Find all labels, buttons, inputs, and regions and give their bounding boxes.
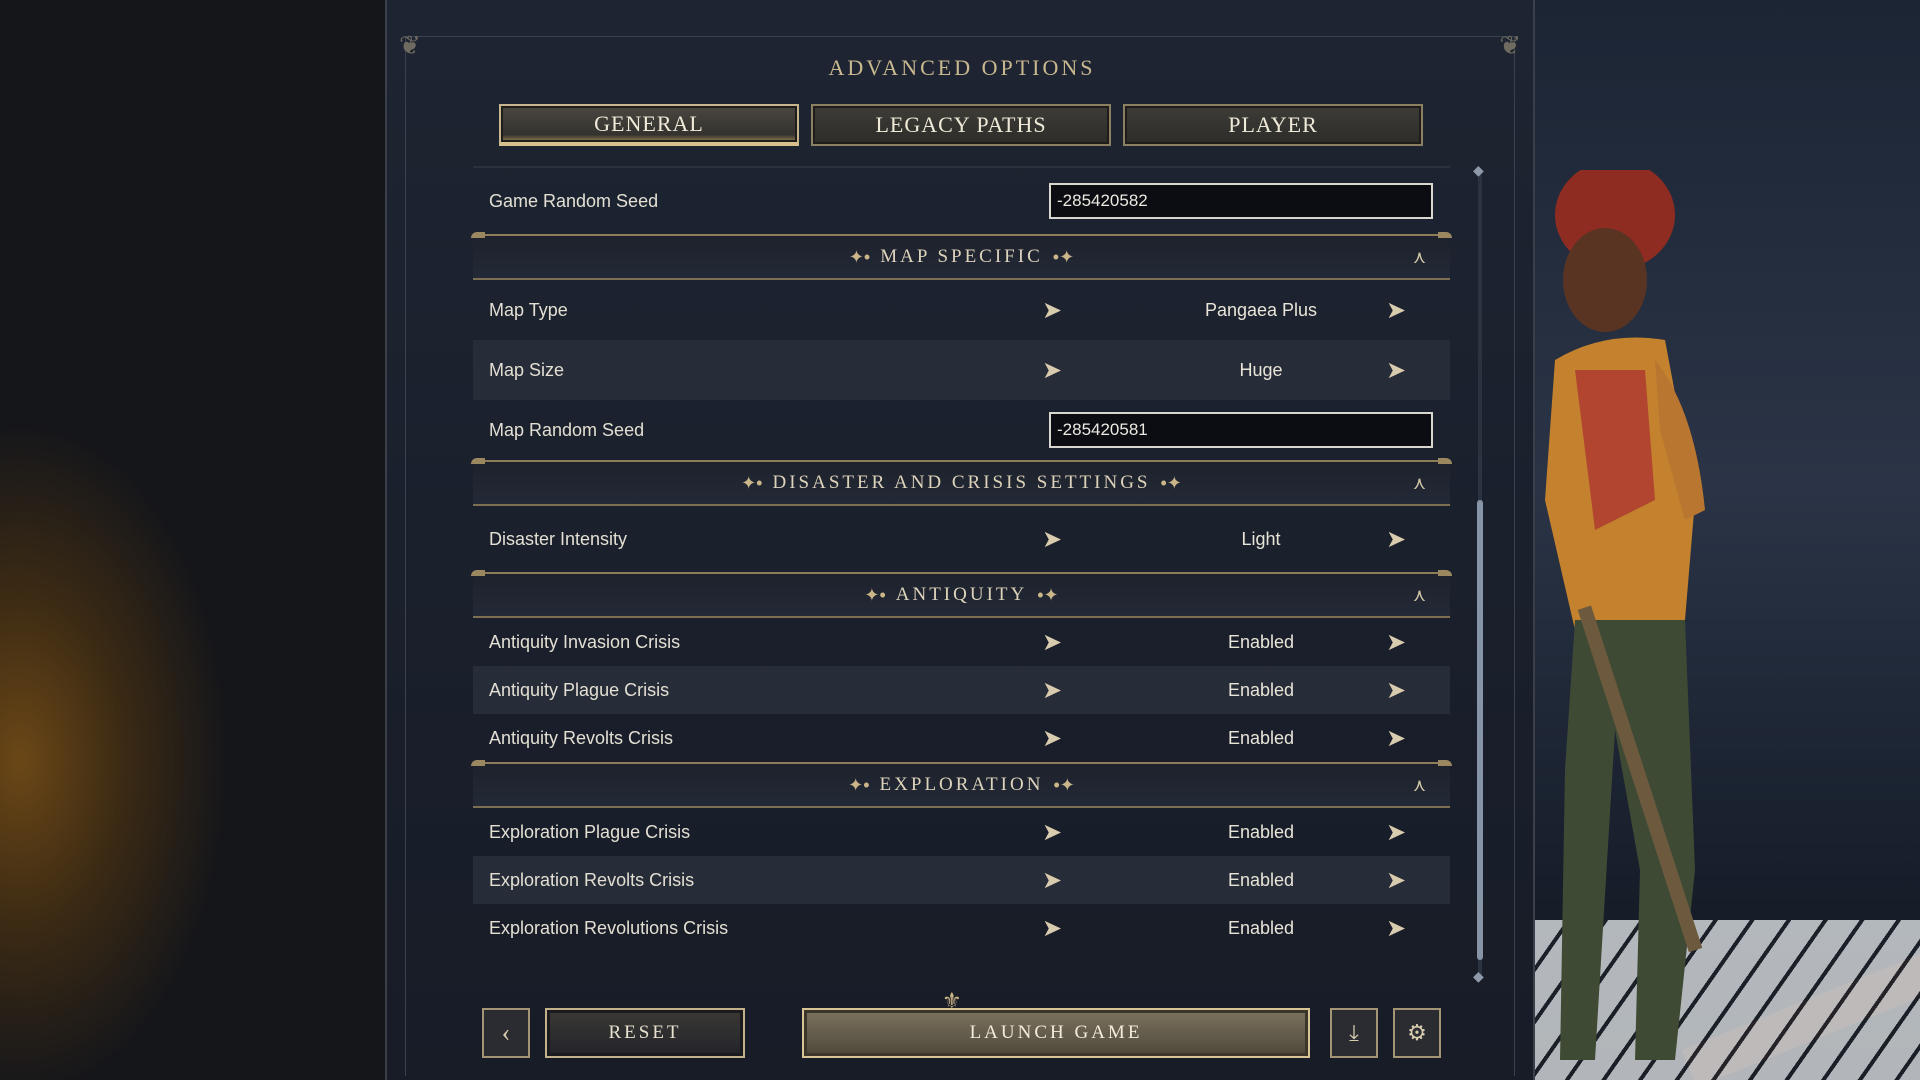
- exploration-revolts-row: Exploration Revolts Crisis ➤ Enabled ➤: [473, 856, 1450, 904]
- option-value: Enabled: [1227, 679, 1295, 700]
- map-random-seed-label: Map Random Seed: [489, 419, 645, 440]
- section-header-disaster[interactable]: ✦• DISASTER AND CRISIS SETTINGS •✦ ⋏: [471, 458, 1452, 506]
- option-value: Enabled: [1227, 869, 1295, 890]
- option-label: Exploration Revolutions Crisis: [489, 917, 729, 938]
- option-label: Exploration Plague Crisis: [489, 821, 691, 842]
- leader-figure: [1545, 170, 1705, 1060]
- section-title: DISASTER AND CRISIS SETTINGS: [772, 472, 1151, 493]
- arrow-right-icon[interactable]: ➤: [1384, 355, 1408, 385]
- arrow-left-icon[interactable]: ➤: [1040, 865, 1064, 895]
- ornament-icon: ✦•: [864, 584, 886, 605]
- exploration-revolutions-row: Exploration Revolutions Crisis ➤ Enabled…: [473, 904, 1450, 952]
- section-title: EXPLORATION: [879, 774, 1044, 795]
- arrow-right-icon[interactable]: ➤: [1384, 295, 1408, 325]
- arrow-right-icon[interactable]: ➤: [1384, 675, 1408, 705]
- game-random-seed-row: Game Random Seed: [473, 168, 1450, 234]
- disaster-intensity-label: Disaster Intensity: [489, 528, 628, 549]
- options-list: Game Random Seed ✦• MAP SPECIFIC •✦ ⋏ Ma…: [471, 168, 1452, 952]
- arrow-right-icon[interactable]: ➤: [1384, 723, 1408, 753]
- ornament-icon: •✦: [1160, 472, 1182, 493]
- section-header-antiquity[interactable]: ✦• ANTIQUITY •✦ ⋏: [471, 570, 1452, 618]
- arrow-left-icon[interactable]: ➤: [1040, 817, 1064, 847]
- collapse-chevron-icon[interactable]: ⋏: [1413, 585, 1426, 606]
- back-button[interactable]: ‹: [482, 1008, 530, 1058]
- section-header-exploration[interactable]: ✦• EXPLORATION •✦ ⋏: [471, 760, 1452, 808]
- disaster-intensity-row: Disaster Intensity ➤ Light ➤: [473, 506, 1450, 572]
- launch-game-button[interactable]: LAUNCH GAME: [802, 1008, 1310, 1058]
- chevron-left-icon: ‹: [501, 1018, 511, 1047]
- game-random-seed-input[interactable]: [1049, 183, 1433, 219]
- arrow-left-icon[interactable]: ➤: [1040, 723, 1064, 753]
- background-right: [1535, 0, 1920, 1080]
- option-label: Exploration Revolts Crisis: [489, 869, 695, 890]
- map-size-label: Map Size: [489, 359, 565, 380]
- exploration-plague-row: Exploration Plague Crisis ➤ Enabled ➤: [473, 808, 1450, 856]
- tab-player[interactable]: PLAYER: [1123, 104, 1423, 146]
- arrow-right-icon[interactable]: ➤: [1384, 524, 1408, 554]
- disaster-intensity-value: Light: [1241, 528, 1281, 549]
- collapse-chevron-icon[interactable]: ⋏: [1413, 775, 1426, 796]
- game-random-seed-label: Game Random Seed: [489, 190, 659, 211]
- option-value: Enabled: [1227, 631, 1295, 652]
- collapse-chevron-icon[interactable]: ⋏: [1413, 473, 1426, 494]
- background-left: [0, 0, 385, 1080]
- arrow-right-icon[interactable]: ➤: [1384, 627, 1408, 657]
- arrow-right-icon[interactable]: ➤: [1384, 865, 1408, 895]
- option-label: Antiquity Plague Crisis: [489, 679, 670, 700]
- section-title: ANTIQUITY: [895, 584, 1028, 605]
- option-value: Enabled: [1227, 821, 1295, 842]
- page-title: ADVANCED OPTIONS: [828, 55, 1096, 80]
- section-header-map-specific[interactable]: ✦• MAP SPECIFIC •✦ ⋏: [471, 232, 1452, 280]
- map-type-label: Map Type: [489, 299, 568, 320]
- ornament-icon: ✦•: [848, 774, 870, 795]
- ornament-icon: ✦•: [741, 472, 763, 493]
- option-value: Enabled: [1227, 727, 1295, 748]
- arrow-left-icon[interactable]: ➤: [1040, 355, 1064, 385]
- antiquity-plague-row: Antiquity Plague Crisis ➤ Enabled ➤: [473, 666, 1450, 714]
- map-random-seed-row: Map Random Seed: [473, 400, 1450, 460]
- arrow-left-icon[interactable]: ➤: [1040, 295, 1064, 325]
- arrow-right-icon[interactable]: ➤: [1384, 817, 1408, 847]
- settings-button[interactable]: ⚙: [1393, 1008, 1441, 1058]
- section-title: MAP SPECIFIC: [880, 246, 1043, 267]
- arrow-left-icon[interactable]: ➤: [1040, 913, 1064, 943]
- collapse-chevron-icon[interactable]: ⋏: [1413, 247, 1426, 268]
- ornament-icon: •✦: [1037, 584, 1059, 605]
- tab-bar: GENERAL LEGACY PATHS PLAYER: [499, 104, 1423, 146]
- tab-general[interactable]: GENERAL: [499, 104, 799, 146]
- option-label: Antiquity Revolts Crisis: [489, 727, 674, 748]
- arrow-left-icon[interactable]: ➤: [1040, 627, 1064, 657]
- map-size-row: Map Size ➤ Huge ➤: [473, 340, 1450, 400]
- scrollbar-thumb[interactable]: [1477, 500, 1483, 960]
- option-value: Enabled: [1227, 917, 1295, 938]
- map-random-seed-input[interactable]: [1049, 412, 1433, 448]
- scroll-up-icon[interactable]: ◆: [1473, 162, 1484, 179]
- option-label: Antiquity Invasion Crisis: [489, 631, 681, 652]
- tab-legacy-paths[interactable]: LEGACY PATHS: [811, 104, 1111, 146]
- arrow-left-icon[interactable]: ➤: [1040, 675, 1064, 705]
- map-type-row: Map Type ➤ Pangaea Plus ➤: [473, 280, 1450, 340]
- ornament-icon: ✦•: [848, 246, 871, 267]
- arrow-right-icon[interactable]: ➤: [1384, 913, 1408, 943]
- gear-icon: ⚙: [1407, 1020, 1427, 1045]
- download-button[interactable]: ⤓: [1330, 1008, 1378, 1058]
- advanced-options-panel: ❦ ❦ ADVANCED OPTIONS GENERAL LEGACY PATH…: [385, 0, 1535, 1080]
- antiquity-invasion-row: Antiquity Invasion Crisis ➤ Enabled ➤: [473, 618, 1450, 666]
- ornament-icon: •✦: [1052, 246, 1075, 267]
- arrow-left-icon[interactable]: ➤: [1040, 524, 1064, 554]
- scroll-down-icon[interactable]: ◆: [1473, 968, 1484, 985]
- map-type-value: Pangaea Plus: [1204, 299, 1318, 320]
- map-size-value: Huge: [1239, 359, 1283, 380]
- antiquity-revolts-row: Antiquity Revolts Crisis ➤ Enabled ➤: [473, 714, 1450, 762]
- download-icon: ⤓: [1349, 1020, 1359, 1045]
- ornament-icon: •✦: [1053, 774, 1075, 795]
- reset-button[interactable]: RESET: [545, 1008, 745, 1058]
